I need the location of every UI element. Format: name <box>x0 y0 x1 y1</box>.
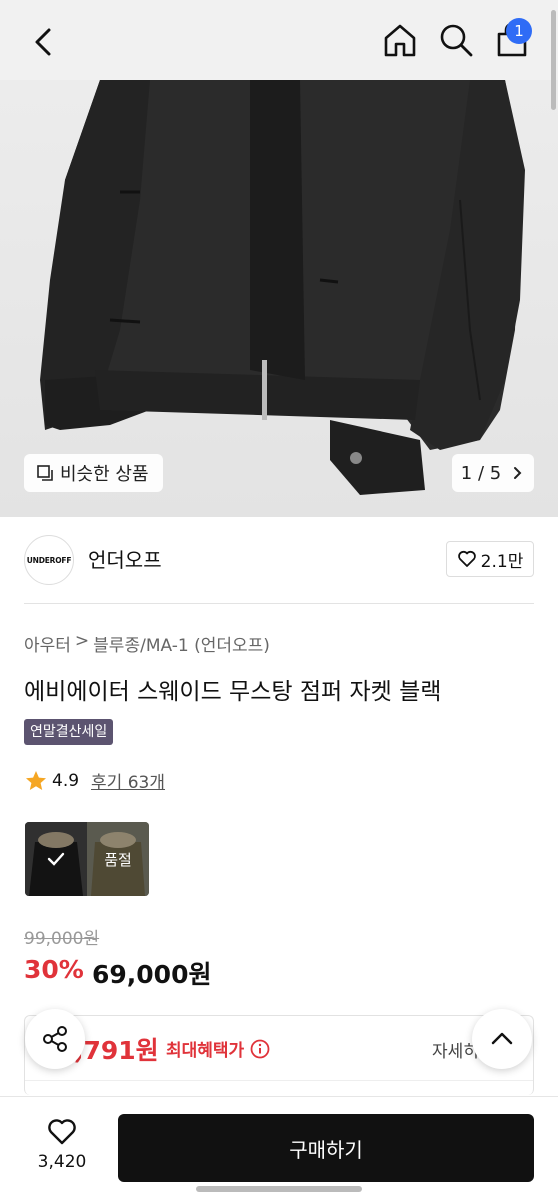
heart-icon <box>457 550 476 567</box>
selected-overlay <box>25 822 87 896</box>
brand-logo[interactable]: UNDEROFF <box>24 535 74 585</box>
star-icon <box>26 770 46 790</box>
page-indicator: 1 / 5 <box>460 462 502 484</box>
wish-button[interactable]: 3,420 <box>24 1116 100 1180</box>
product-image[interactable] <box>0 80 558 517</box>
chevron-up-icon <box>491 1032 513 1045</box>
scrollbar[interactable] <box>551 10 556 110</box>
breadcrumb-separator: > <box>74 631 90 651</box>
back-button[interactable] <box>24 22 64 62</box>
chevron-left-icon <box>35 28 51 56</box>
max-benefit-price: ,791원 <box>74 1036 159 1065</box>
top-navigation-bar <box>0 0 558 80</box>
heart-icon <box>48 1119 76 1145</box>
brand-like-button[interactable]: 2.1만 <box>446 541 534 577</box>
scroll-top-button[interactable] <box>472 1009 532 1069</box>
rating: 4.9 후기 63개 <box>24 768 165 793</box>
product-title: 에비에이터 스웨이드 무스탕 점퍼 자켓 블랙 <box>24 679 442 705</box>
buy-button[interactable]: 구매하기 <box>118 1114 534 1182</box>
share-button[interactable] <box>25 1009 85 1069</box>
variant-option-khaki[interactable]: 품절 <box>87 822 149 896</box>
chevron-right-icon <box>514 467 522 479</box>
variant-option-black[interactable] <box>25 822 87 896</box>
check-icon <box>47 852 65 866</box>
brand-name[interactable]: 언더오프 <box>88 544 162 573</box>
info-icon[interactable] <box>250 1039 270 1059</box>
rating-score: 4.9 <box>52 770 80 791</box>
event-badge: 연말결산세일 <box>24 719 114 745</box>
sold-out-overlay: 품절 <box>87 822 149 896</box>
cart-count-badge: 1 <box>506 18 532 44</box>
original-price: 99,000원 <box>24 929 100 949</box>
breadcrumb: 아우터 > 블루종/MA-1 (언더오프) <box>24 631 270 656</box>
home-icon <box>384 24 416 57</box>
reviews-link[interactable]: 후기 63개 <box>91 768 165 793</box>
breadcrumb-item-category[interactable]: 블루종/MA-1 (언더오프) <box>93 631 270 656</box>
max-benefit-text: 최대혜택가 <box>166 1041 245 1061</box>
brand-like-count: 2.1만 <box>480 551 524 572</box>
sold-out-label: 품절 <box>104 850 132 869</box>
similar-products-button[interactable]: 비슷한 상품 <box>24 454 163 492</box>
home-indicator <box>196 1186 362 1192</box>
similar-icon <box>37 465 53 481</box>
image-pager[interactable]: 1 / 5 <box>452 454 534 492</box>
share-icon <box>43 1026 67 1052</box>
divider <box>24 603 534 604</box>
breadcrumb-item-outer[interactable]: 아우터 <box>24 631 71 656</box>
wish-count: 3,420 <box>37 1152 87 1172</box>
search-icon <box>440 24 473 57</box>
sale-price: 69,000원 <box>92 960 212 989</box>
brand-logo-text: UNDEROFF <box>26 555 72 565</box>
discount-rate: 30% <box>24 955 84 984</box>
divider <box>25 1080 533 1081</box>
home-button[interactable] <box>380 20 420 60</box>
search-button[interactable] <box>436 20 476 60</box>
similar-products-label: 비슷한 상품 <box>60 464 149 485</box>
max-benefit-label[interactable]: 최대혜택가 <box>166 1036 270 1061</box>
